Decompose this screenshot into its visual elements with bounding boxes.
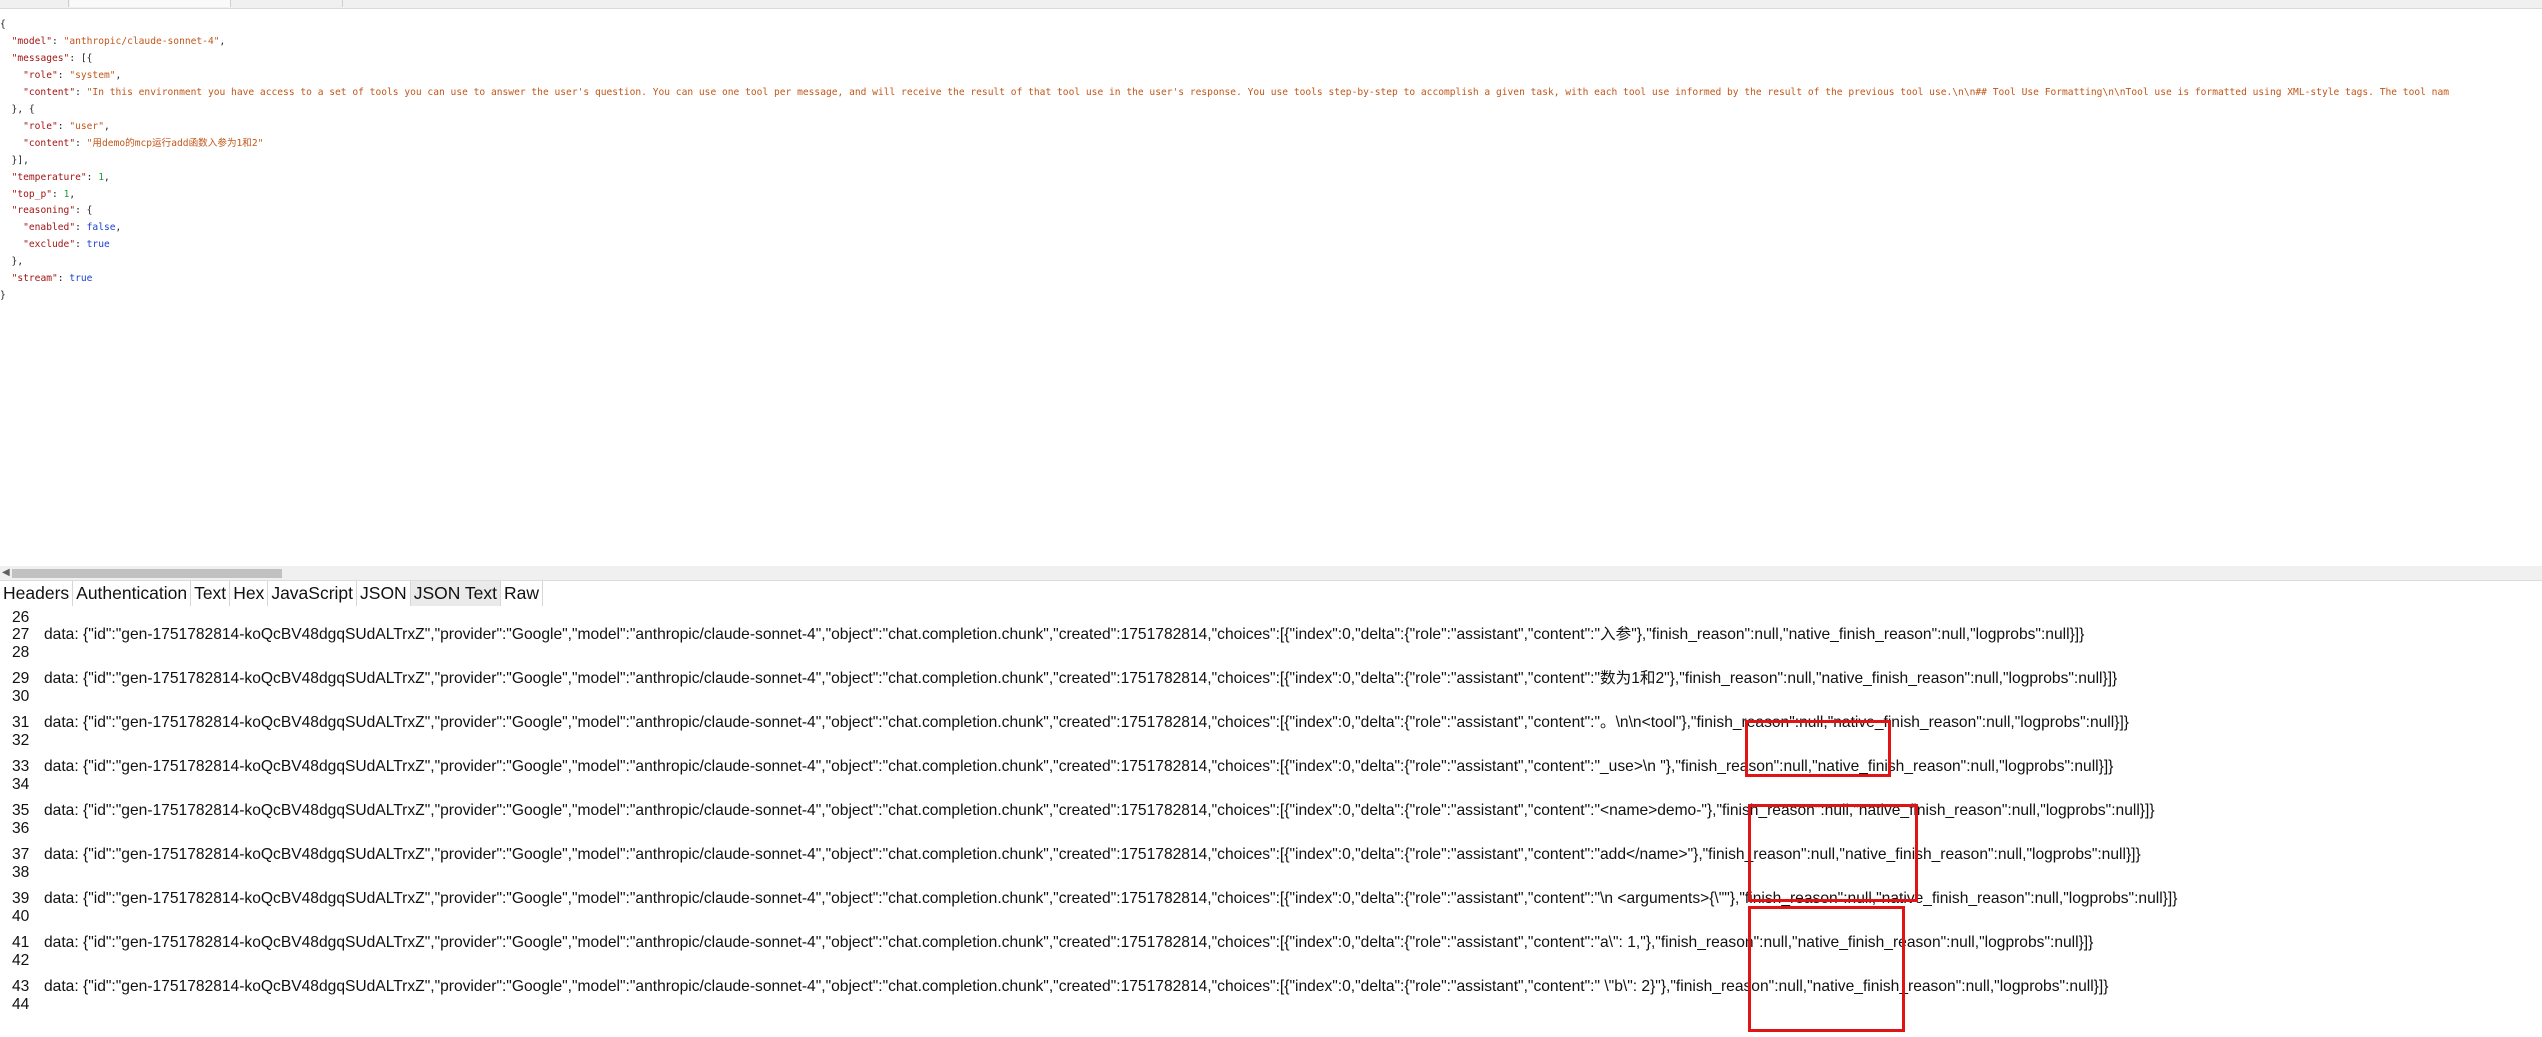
- tab-raw[interactable]: Raw: [501, 581, 544, 606]
- line-number: 30: [12, 688, 30, 705]
- json-string: "用demo的mcp运行add函数入参为1和2": [86, 137, 264, 149]
- tab-json-text[interactable]: JSON Text: [410, 581, 502, 606]
- top-tab-3[interactable]: [232, 0, 343, 7]
- json-key: "reasoning": [11, 205, 76, 217]
- response-line: [0, 1019, 2542, 1037]
- json-key: "top_p": [11, 188, 52, 200]
- highlight-box-tool-open: [1745, 720, 1891, 777]
- json-key: "role": [23, 120, 58, 132]
- json-number: 1: [63, 188, 70, 200]
- tab-hex[interactable]: Hex: [230, 581, 269, 606]
- response-line: 38: [0, 862, 2542, 884]
- line-number: 42: [12, 952, 30, 969]
- response-text-panel[interactable]: 26 27 data: {"id":"gen-1751782814-koQcBV4…: [0, 606, 2542, 1037]
- scrollbar-thumb[interactable]: [12, 569, 282, 578]
- json-key: "stream": [11, 273, 58, 285]
- tab-headers[interactable]: Headers: [0, 581, 74, 606]
- response-line: 42: [0, 950, 2542, 972]
- response-line: 44: [0, 994, 2542, 1016]
- line-number: 34: [12, 776, 30, 793]
- line-number: 38: [12, 864, 30, 881]
- response-line: 28: [0, 642, 2542, 664]
- chevron-left-icon[interactable]: ◀: [2, 566, 10, 580]
- top-tab-2[interactable]: [70, 0, 231, 7]
- line-number: 28: [12, 644, 30, 661]
- json-string: "user": [69, 120, 104, 132]
- json-bool: false: [86, 222, 116, 234]
- highlight-box-arguments: [1748, 906, 1905, 1032]
- highlight-box-tool-name: [1748, 804, 1918, 902]
- json-key: "content": [23, 86, 76, 98]
- json-string: "anthropic/claude-sonnet-4": [63, 35, 220, 47]
- json-key: "temperature": [11, 171, 87, 183]
- line-number: 44: [12, 996, 30, 1013]
- top-tab-strip: [0, 0, 2542, 9]
- json-key: "exclude": [23, 239, 76, 251]
- tab-authentication[interactable]: Authentication: [73, 581, 192, 606]
- line-number: 36: [12, 820, 30, 837]
- json-key: "role": [23, 69, 58, 81]
- json-key: "model": [11, 35, 52, 47]
- top-tab-1[interactable]: [0, 0, 69, 7]
- response-line: 30: [0, 686, 2542, 708]
- response-line: 36: [0, 818, 2542, 840]
- line-number: 40: [12, 908, 30, 925]
- json-string: "In this environment you have access to …: [86, 86, 2450, 98]
- response-view-tabs: Headers Authentication Text Hex JavaScri…: [0, 580, 2542, 607]
- response-line: 32: [0, 730, 2542, 752]
- request-body-panel[interactable]: { "model": "anthropic/claude-sonnet-4", …: [0, 9, 2542, 564]
- json-bool: true: [86, 239, 110, 251]
- request-json-view: { "model": "anthropic/claude-sonnet-4", …: [0, 19, 2450, 302]
- json-key: "enabled": [23, 222, 76, 234]
- json-number: 1: [98, 171, 104, 183]
- response-line: 40: [0, 906, 2542, 928]
- response-line: 34: [0, 774, 2542, 796]
- json-key: "messages": [11, 52, 70, 64]
- json-bool: true: [69, 273, 93, 285]
- tab-text[interactable]: Text: [191, 581, 231, 606]
- tab-json[interactable]: JSON: [357, 581, 411, 606]
- json-string: "system": [69, 69, 116, 81]
- json-key: "content": [23, 137, 76, 149]
- line-number: 32: [12, 732, 30, 749]
- horizontal-scrollbar[interactable]: ◀: [0, 566, 2542, 580]
- tab-javascript[interactable]: JavaScript: [268, 581, 358, 606]
